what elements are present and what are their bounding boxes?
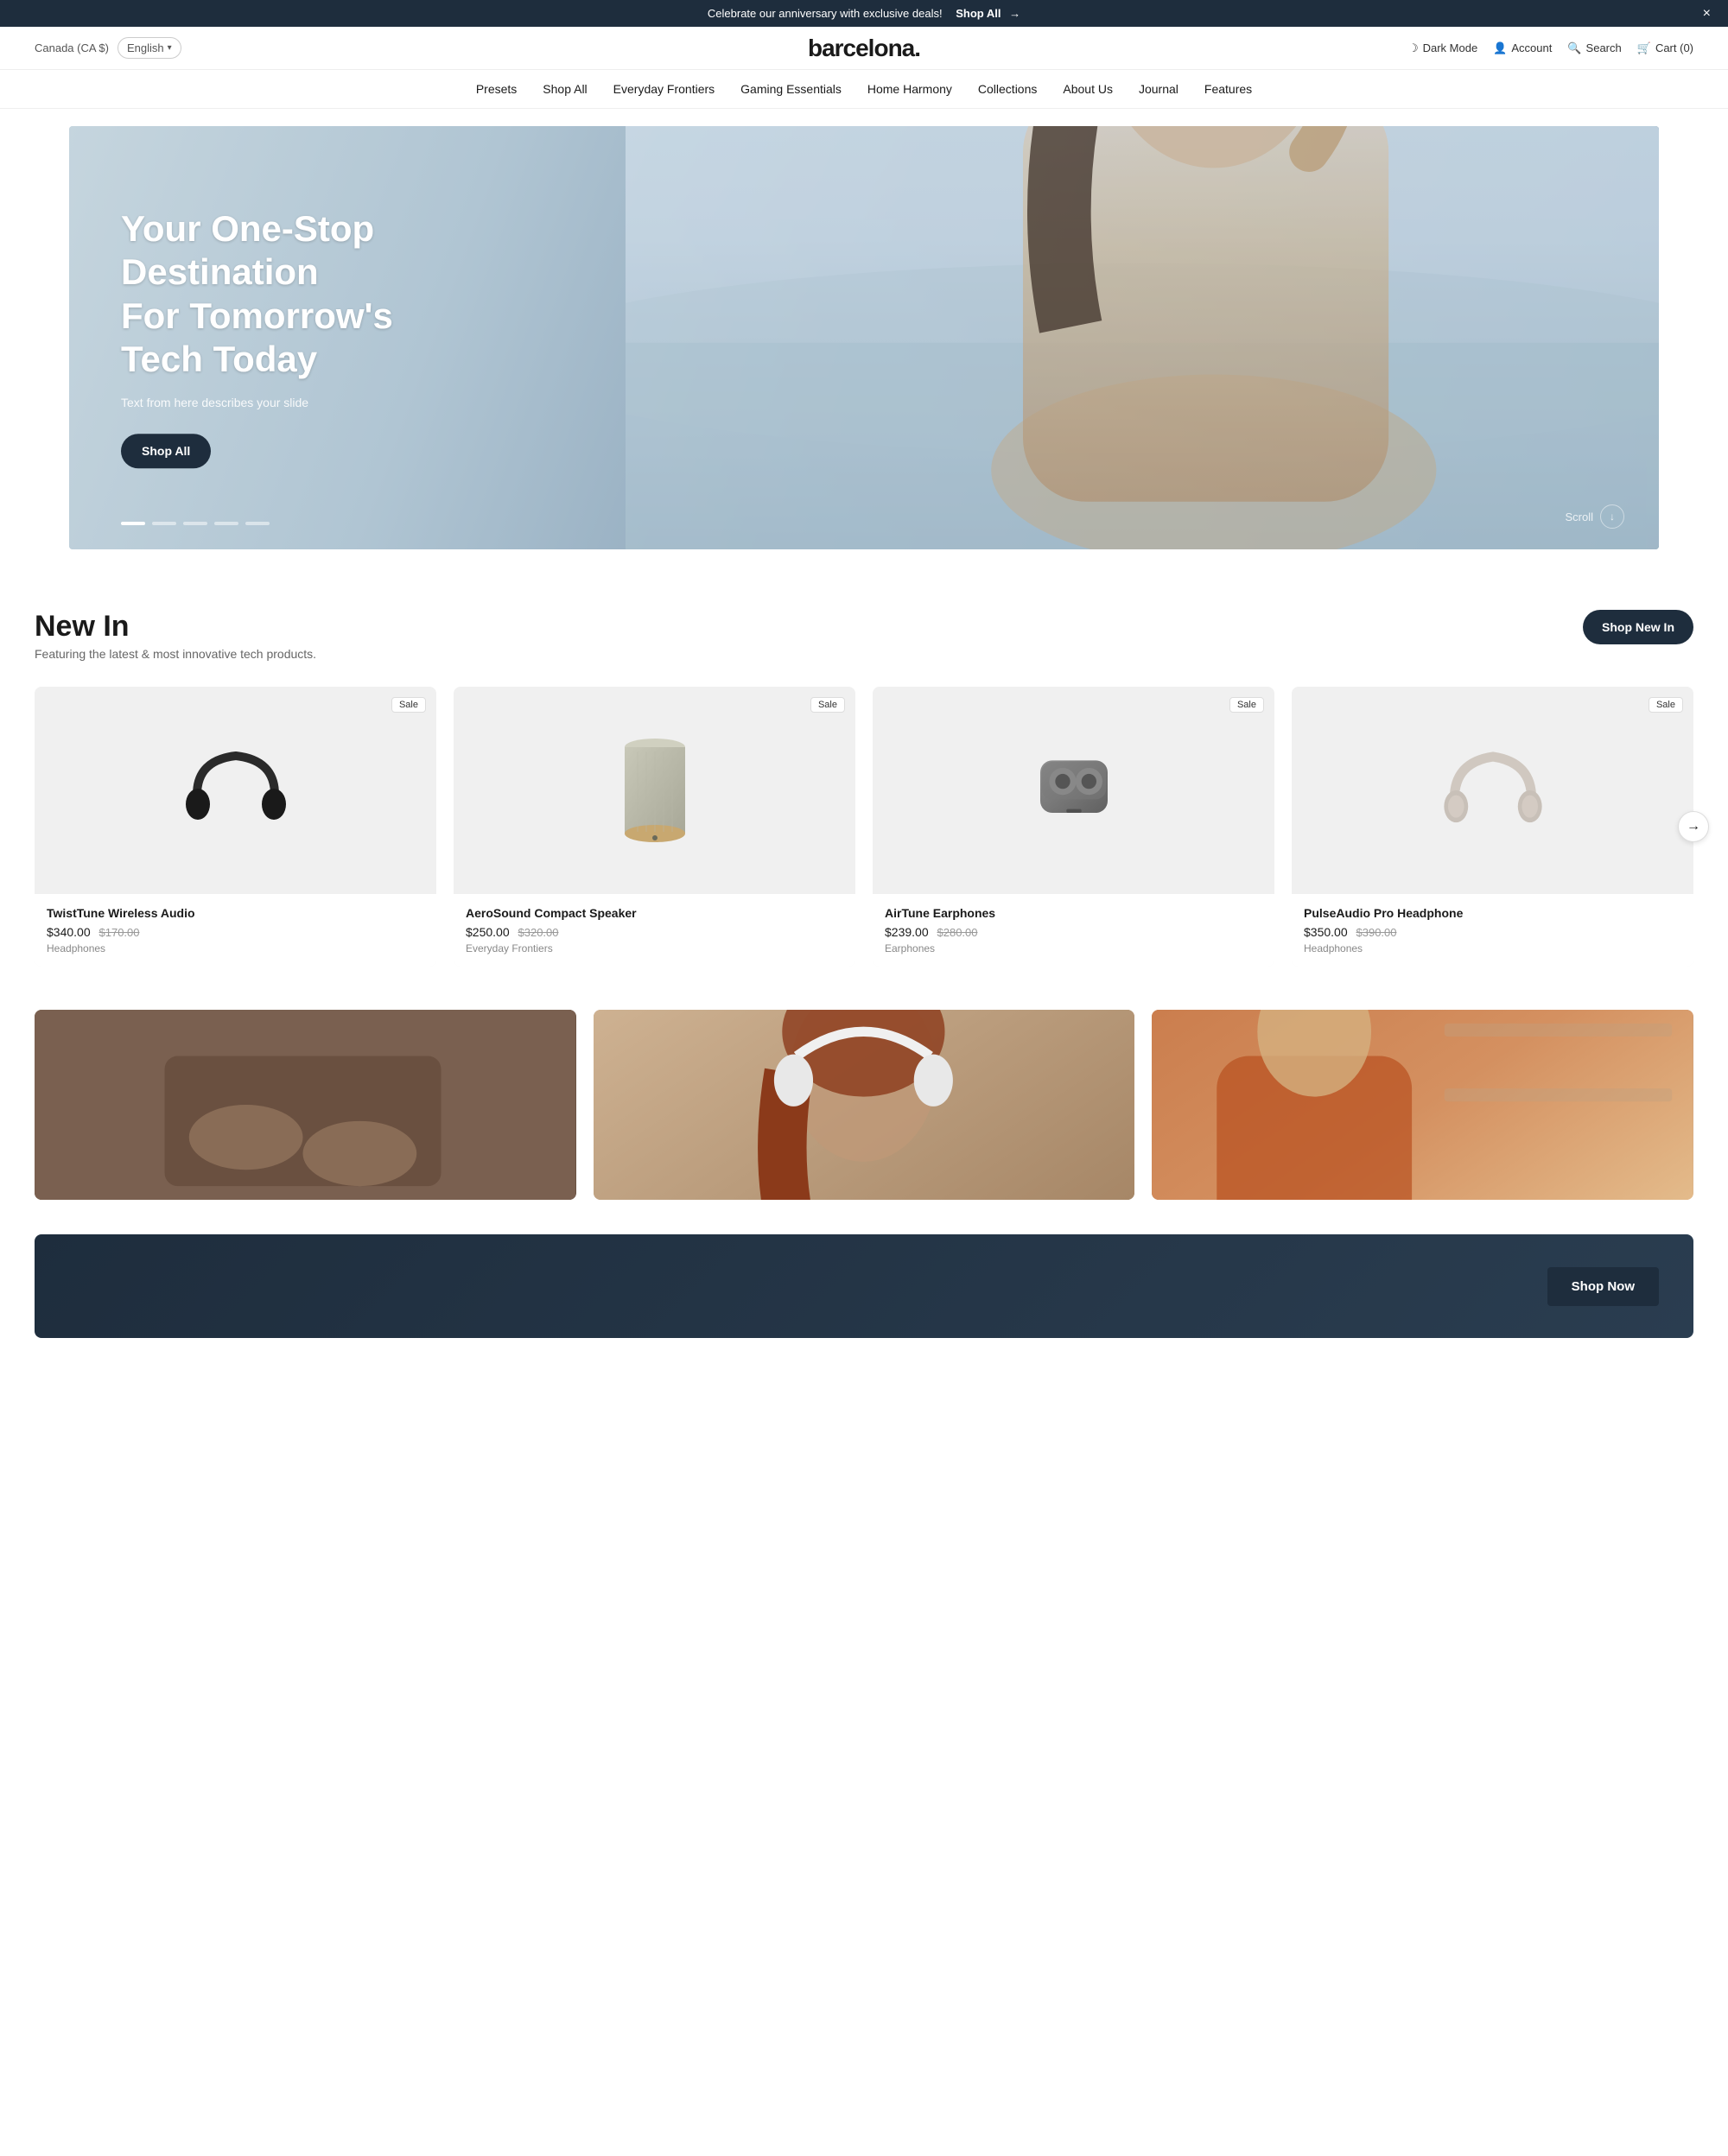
bottom-image-2-svg	[594, 1010, 1135, 1200]
sale-badge-1: Sale	[391, 697, 426, 713]
product-category-3: Earphones	[885, 942, 1262, 954]
product-info-3: AirTune Earphones $239.00 $280.00 Earpho…	[873, 894, 1274, 967]
hero-dot-1[interactable]	[121, 522, 145, 525]
nav-features[interactable]: Features	[1204, 82, 1252, 96]
product-price-3: $239.00 $280.00	[885, 925, 1262, 939]
product-name-4: PulseAudio Pro Headphone	[1304, 906, 1681, 920]
product-info-4: PulseAudio Pro Headphone $350.00 $390.00…	[1292, 894, 1693, 967]
product-info-2: AeroSound Compact Speaker $250.00 $320.0…	[454, 894, 855, 967]
earphones-svg	[1018, 743, 1130, 838]
account-link[interactable]: 👤 Account	[1493, 41, 1552, 55]
shop-now-button[interactable]: Shop Now	[1547, 1267, 1659, 1306]
product-price-1: $340.00 $170.00	[47, 925, 424, 939]
product-name-2: AeroSound Compact Speaker	[466, 906, 843, 920]
nav-journal[interactable]: Journal	[1139, 82, 1178, 96]
sale-badge-2: Sale	[810, 697, 845, 713]
hero-cta-button[interactable]: Shop All	[121, 434, 211, 468]
header-left: Canada (CA $) English ▾	[35, 37, 181, 59]
search-icon: 🔍	[1567, 41, 1581, 55]
speaker-svg	[616, 730, 694, 851]
top-header: Canada (CA $) English ▾ barcelona. ☽ Dar…	[0, 27, 1728, 70]
hero-slider-dots	[121, 522, 270, 525]
nav-about-us[interactable]: About Us	[1063, 82, 1113, 96]
moon-icon: ☽	[1408, 41, 1419, 55]
sale-badge-4: Sale	[1649, 697, 1683, 713]
main-navigation: Presets Shop All Everyday Frontiers Gami…	[0, 70, 1728, 109]
search-link[interactable]: 🔍 Search	[1567, 41, 1621, 55]
hero-wrapper: Your One-Stop Destination For Tomorrow's…	[0, 109, 1728, 567]
sale-badge-3: Sale	[1229, 697, 1264, 713]
bottom-image-3[interactable]	[1152, 1010, 1693, 1200]
product-image-2: Sale	[454, 687, 855, 894]
shop-now-banner: Shop Now	[35, 1234, 1693, 1338]
nav-gaming-essentials[interactable]: Gaming Essentials	[740, 82, 842, 96]
hero-subtext: Text from here describes your slide	[121, 396, 484, 409]
new-in-subtitle: Featuring the latest & most innovative t…	[35, 647, 316, 661]
headphones-light-svg	[1437, 734, 1549, 847]
nav-collections[interactable]: Collections	[978, 82, 1037, 96]
scroll-label: Scroll	[1565, 510, 1593, 523]
new-in-section: New In Featuring the latest & most innov…	[0, 567, 1728, 1010]
cart-icon: 🛒	[1637, 41, 1651, 55]
announcement-close[interactable]: ×	[1703, 6, 1711, 22]
product-category-4: Headphones	[1304, 942, 1681, 954]
nav-presets[interactable]: Presets	[476, 82, 517, 96]
product-card-4[interactable]: Sale	[1292, 687, 1693, 967]
hero-content: Your One-Stop Destination For Tomorrow's…	[121, 207, 484, 468]
language-selector[interactable]: English ▾	[118, 37, 181, 59]
hero-dot-2[interactable]	[152, 522, 176, 525]
nav-home-harmony[interactable]: Home Harmony	[867, 82, 952, 96]
product-info-1: TwistTune Wireless Audio $340.00 $170.00…	[35, 894, 436, 967]
product-card-1[interactable]: Sale	[35, 687, 436, 967]
product-name-3: AirTune Earphones	[885, 906, 1262, 920]
locale-label: Canada (CA $)	[35, 41, 109, 54]
nav-everyday-frontiers[interactable]: Everyday Frontiers	[613, 82, 715, 96]
hero-dot-5[interactable]	[245, 522, 270, 525]
hero-image	[626, 126, 1659, 549]
product-grid-wrapper: Sale	[35, 687, 1693, 967]
announcement-bar: Celebrate our anniversary with exclusive…	[0, 0, 1728, 27]
product-card-3[interactable]: Sale	[873, 687, 1274, 967]
bottom-image-3-svg	[1152, 1010, 1693, 1200]
nav-shop-all[interactable]: Shop All	[543, 82, 587, 96]
product-image-1: Sale	[35, 687, 436, 894]
new-in-header: New In Featuring the latest & most innov…	[35, 610, 1693, 661]
dark-mode-toggle[interactable]: ☽ Dark Mode	[1408, 41, 1477, 55]
product-card-2[interactable]: Sale	[454, 687, 855, 967]
bottom-image-grid	[0, 1010, 1728, 1234]
language-label: English	[127, 41, 164, 54]
product-price-2: $250.00 $320.00	[466, 925, 843, 939]
new-in-title: New In	[35, 610, 316, 644]
bottom-image-1-svg	[35, 1010, 576, 1200]
product-category-2: Everyday Frontiers	[466, 942, 843, 954]
announcement-text: Celebrate our anniversary with exclusive…	[708, 7, 943, 20]
product-grid-next-button[interactable]: →	[1678, 811, 1709, 842]
shop-new-in-button[interactable]: Shop New In	[1583, 610, 1693, 644]
hero-dot-4[interactable]	[214, 522, 238, 525]
site-logo[interactable]: barcelona.	[808, 35, 920, 62]
hero-dot-3[interactable]	[183, 522, 207, 525]
bottom-image-1[interactable]	[35, 1010, 576, 1200]
product-name-1: TwistTune Wireless Audio	[47, 906, 424, 920]
header-right: ☽ Dark Mode 👤 Account 🔍 Search 🛒 Cart (0…	[1408, 41, 1693, 55]
bottom-image-2[interactable]	[594, 1010, 1135, 1200]
product-image-4: Sale	[1292, 687, 1693, 894]
account-icon: 👤	[1493, 41, 1507, 55]
cart-link[interactable]: 🛒 Cart (0)	[1637, 41, 1693, 55]
product-grid: Sale	[35, 687, 1693, 967]
hero-heading: Your One-Stop Destination For Tomorrow's…	[121, 207, 484, 382]
product-price-4: $350.00 $390.00	[1304, 925, 1681, 939]
chevron-down-icon: ▾	[168, 43, 172, 53]
scroll-down-icon: ↓	[1600, 504, 1624, 529]
hero-banner: Your One-Stop Destination For Tomorrow's…	[69, 126, 1659, 549]
announcement-link[interactable]: Shop All	[956, 7, 1001, 20]
hero-scroll-indicator: Scroll ↓	[1565, 504, 1624, 529]
product-category-1: Headphones	[47, 942, 424, 954]
product-image-3: Sale	[873, 687, 1274, 894]
new-in-heading-group: New In Featuring the latest & most innov…	[35, 610, 316, 661]
headphones-dark-svg	[180, 734, 292, 847]
